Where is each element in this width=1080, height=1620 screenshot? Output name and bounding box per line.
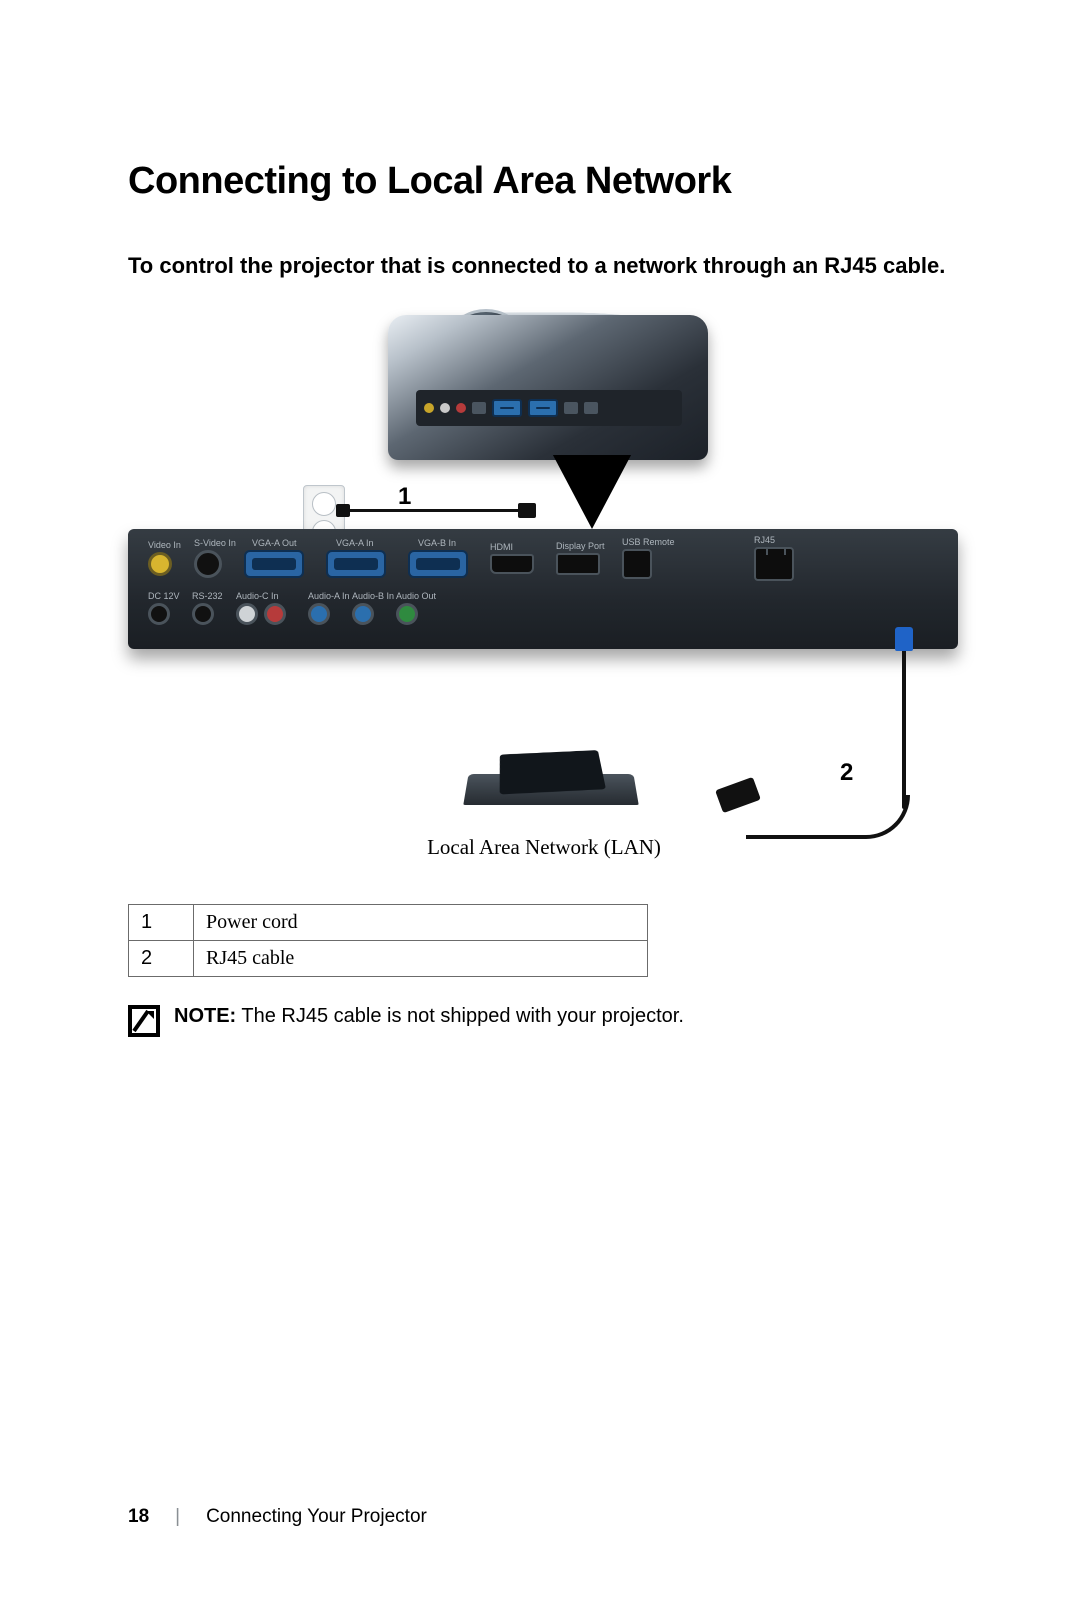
note-block: NOTE: The RJ45 cable is not shipped with… (128, 1005, 960, 1037)
port-label: S-Video In (194, 538, 236, 548)
video-in-port-icon: Video In (148, 552, 172, 576)
rear-io-panel-icon: Video In S-Video In VGA-A Out VGA-A In V… (128, 529, 958, 649)
note-body: The RJ45 cable is not shipped with your … (236, 1005, 684, 1027)
table-row: 2 RJ45 cable (129, 940, 648, 976)
svideo-port-icon: S-Video In (194, 550, 222, 578)
audio-out-icon: Audio Out (396, 603, 418, 625)
legend-label: RJ45 cable (194, 940, 648, 976)
callout-2: 2 (840, 759, 853, 787)
rj45-port-icon: RJ45 (754, 547, 794, 581)
legend-number: 1 (129, 904, 194, 940)
port-label: Display Port (556, 541, 605, 551)
legend-number: 2 (129, 940, 194, 976)
rj45-cable-icon (902, 649, 906, 809)
manual-page: Connecting to Local Area Network To cont… (0, 0, 1080, 1620)
note-text: NOTE: The RJ45 cable is not shipped with… (174, 1005, 684, 1028)
hdmi-port-icon: HDMI (490, 554, 534, 574)
legend-label: Power cord (194, 904, 648, 940)
legend-table: 1 Power cord 2 RJ45 cable (128, 904, 648, 977)
port-label: Audio-C In (236, 591, 279, 601)
power-cord-icon (346, 509, 522, 512)
page-footer: 18 | Connecting Your Projector (128, 1506, 427, 1528)
dc12v-jack-icon: DC 12V (148, 603, 170, 625)
note-prefix: NOTE: (174, 1005, 236, 1027)
table-row: 1 Power cord (129, 904, 648, 940)
projector-body-icon (388, 315, 708, 460)
port-label: Audio-B In (352, 591, 394, 601)
footer-separator-icon: | (175, 1506, 180, 1528)
pointer-triangle-icon (553, 455, 631, 529)
rs232-port-icon: RS-232 (192, 603, 214, 625)
port-label: DC 12V (148, 591, 180, 601)
rj45-cable-curve-icon (746, 795, 910, 839)
lead-paragraph: To control the projector that is connect… (128, 251, 960, 281)
port-label: Video In (148, 540, 181, 550)
port-label: VGA-A Out (252, 538, 297, 548)
port-label: Audio Out (396, 591, 436, 601)
vga-a-out-port-icon: VGA-A Out (244, 550, 304, 578)
port-label: VGA-B In (418, 538, 456, 548)
projector-rear-ports-icon (416, 390, 682, 426)
port-label: Audio-A In (308, 591, 350, 601)
port-label: VGA-A In (336, 538, 374, 548)
vga-b-in-port-icon: VGA-B In (408, 550, 468, 578)
port-label: USB Remote (622, 537, 675, 547)
note-icon (128, 1005, 160, 1037)
port-label: HDMI (490, 542, 513, 552)
displayport-icon: Display Port (556, 553, 600, 575)
usb-remote-port-icon: USB Remote (622, 549, 652, 579)
vga-a-in-port-icon: VGA-A In (326, 550, 386, 578)
audio-b-in-icon: Audio-B In (352, 603, 374, 625)
audio-a-in-icon: Audio-A In (308, 603, 330, 625)
connection-diagram: 1 Video In S-Video In VGA-A Out VGA-A In (128, 315, 958, 815)
section-title: Connecting Your Projector (206, 1506, 427, 1528)
page-number: 18 (128, 1506, 149, 1528)
callout-1: 1 (398, 483, 411, 511)
port-label: RS-232 (192, 591, 223, 601)
page-heading: Connecting to Local Area Network (128, 160, 960, 203)
audio-c-in-icon: Audio-C In (236, 603, 286, 625)
port-label: RJ45 (754, 535, 775, 545)
laptop-icon (463, 774, 638, 805)
